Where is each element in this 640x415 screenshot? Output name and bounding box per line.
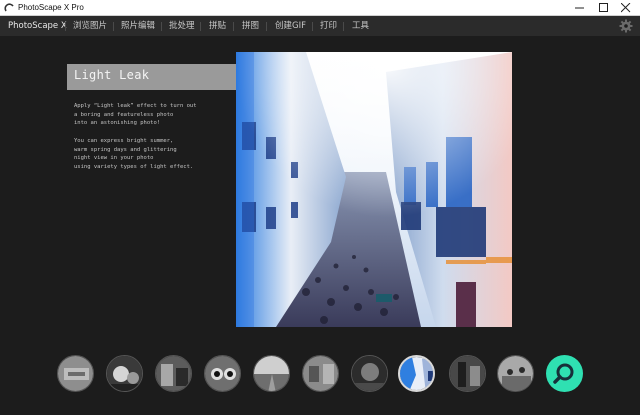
- menu-item-combine[interactable]: 拼图: [242, 16, 259, 36]
- menu-item-editor[interactable]: 照片编辑: [121, 16, 155, 36]
- thumbnail-1[interactable]: [57, 355, 94, 392]
- menu-separator: [65, 22, 66, 31]
- thumbnail-8-selected[interactable]: [398, 355, 435, 392]
- open-photo-button[interactable]: [546, 355, 583, 392]
- minimize-button[interactable]: [568, 0, 592, 15]
- menu-separator: [312, 22, 313, 31]
- search-icon: [553, 363, 574, 384]
- menu-separator: [113, 22, 114, 31]
- menu-item-photoscape-x[interactable]: PhotoScape X: [8, 16, 67, 36]
- feature-description-1: Apply “Light leak” effect to turn out a …: [74, 103, 197, 126]
- thumbnail-5[interactable]: [253, 355, 290, 392]
- thumbnail-10[interactable]: [497, 355, 534, 392]
- menu-item-viewer[interactable]: 浏览图片: [73, 16, 107, 36]
- menu-separator: [161, 22, 162, 31]
- menu-item-create-gif[interactable]: 创建GIF: [275, 16, 306, 36]
- feature-title-box: Light Leak: [67, 64, 250, 90]
- feature-title: Light Leak: [74, 68, 150, 82]
- thumbnail-3[interactable]: [155, 355, 192, 392]
- thumbnail-4[interactable]: [204, 355, 241, 392]
- menu-item-batch[interactable]: 批处理: [169, 16, 195, 36]
- menu-separator: [200, 22, 201, 31]
- close-icon: [621, 3, 631, 13]
- menu-separator: [343, 22, 344, 31]
- menu-item-print[interactable]: 打印: [320, 16, 337, 36]
- close-button[interactable]: [614, 0, 638, 15]
- sample-photo: [236, 52, 512, 327]
- thumbnail-2[interactable]: [106, 355, 143, 392]
- settings-gear-icon[interactable]: [619, 19, 633, 33]
- menu-separator: [266, 22, 267, 31]
- menu-bar: PhotoScape X 浏览图片 照片编辑 批处理 拼贴 拼图 创建GIF 打…: [0, 16, 640, 36]
- thumbnail-7[interactable]: [351, 355, 388, 392]
- minimize-icon: [575, 7, 584, 9]
- maximize-button[interactable]: [592, 0, 616, 15]
- thumbnail-9[interactable]: [449, 355, 486, 392]
- window-title: PhotoScape X Pro: [18, 3, 84, 12]
- menu-separator: [233, 22, 234, 31]
- menu-item-tools[interactable]: 工具: [352, 16, 369, 36]
- title-bar: PhotoScape X Pro: [0, 0, 640, 16]
- feature-description-2: You can express bright summer, warm spri…: [74, 138, 194, 170]
- maximize-icon: [599, 3, 608, 12]
- app-icon: [4, 3, 14, 12]
- thumbnail-6[interactable]: [302, 355, 339, 392]
- menu-item-collage[interactable]: 拼贴: [209, 16, 226, 36]
